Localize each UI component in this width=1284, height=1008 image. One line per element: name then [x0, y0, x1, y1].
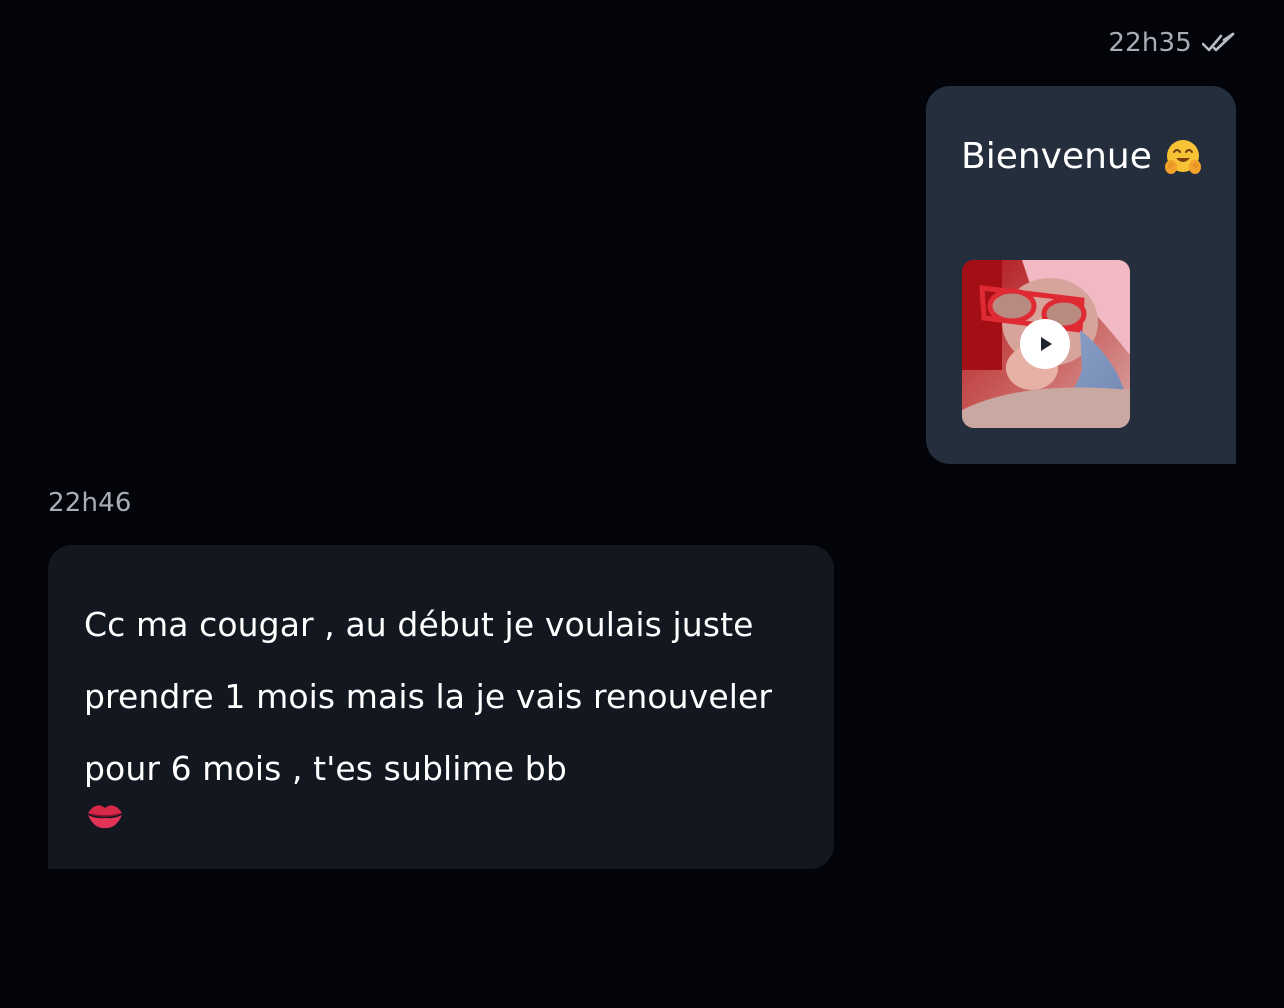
outgoing-message-label: Bienvenue: [961, 136, 1152, 177]
outgoing-message-bubble: Bienvenue: [926, 86, 1236, 464]
play-icon: [1041, 337, 1052, 351]
double-check-icon: [1202, 32, 1235, 52]
kiss-mark-icon: [88, 805, 122, 829]
play-button[interactable]: [1020, 319, 1070, 369]
outgoing-message-text: Bienvenue: [961, 134, 1202, 180]
incoming-message-text: Cc ma cougar , au début je voulais juste…: [84, 605, 773, 788]
hugging-face-icon: [1164, 140, 1201, 174]
chat-thread: 22h35 Bienvenue 22h46 Cc ma cougar , au …: [0, 0, 1284, 1008]
incoming-message-bubble: Cc ma cougar , au début je voulais juste…: [48, 545, 834, 869]
incoming-timestamp: 22h46: [48, 488, 132, 518]
outgoing-message-meta: 22h35: [1108, 26, 1236, 60]
video-attachment[interactable]: [962, 260, 1130, 428]
outgoing-timestamp: 22h35: [1108, 28, 1192, 58]
incoming-message-meta: 22h46: [48, 486, 132, 520]
